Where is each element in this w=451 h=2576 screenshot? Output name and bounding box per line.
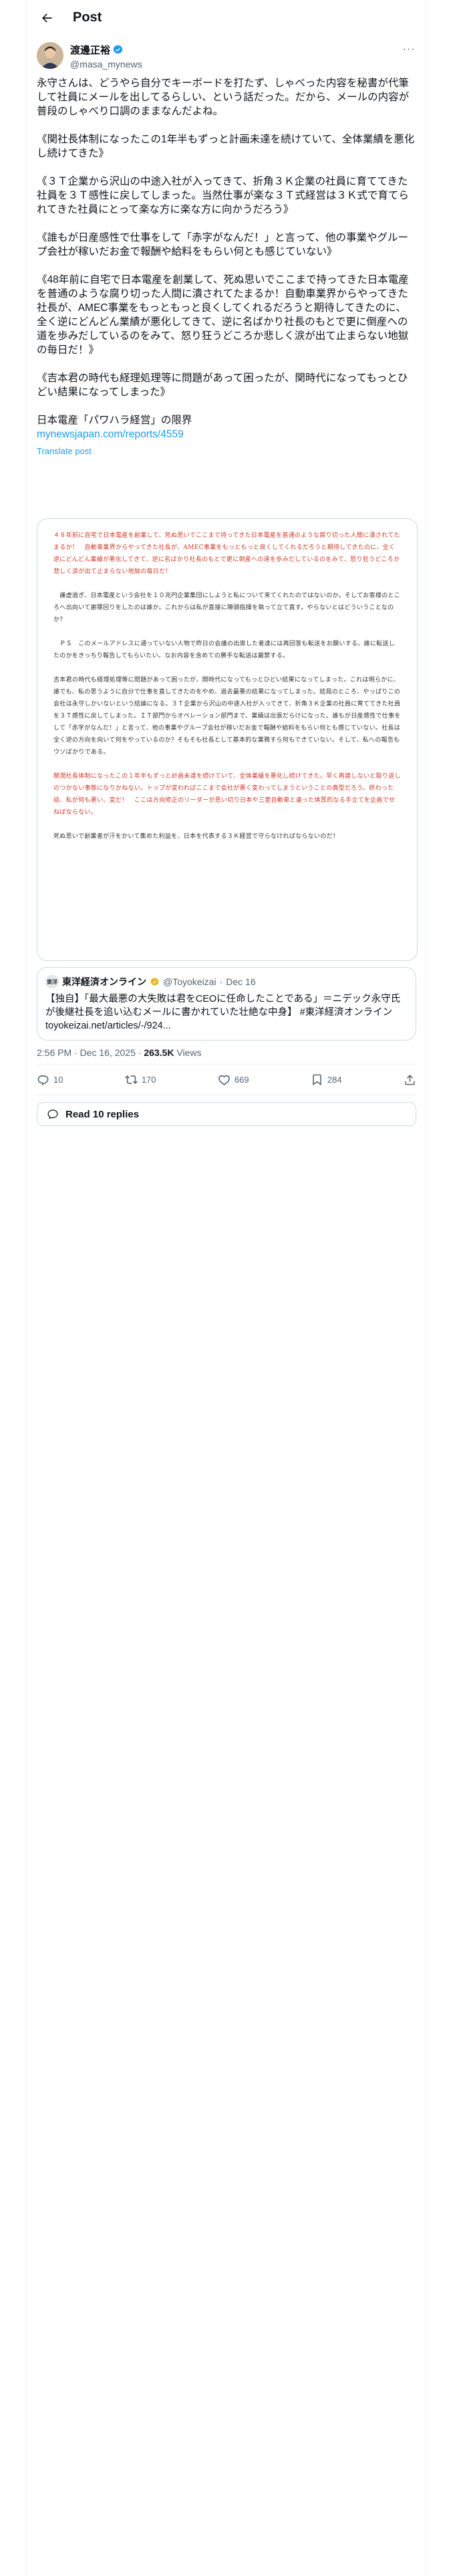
author-handle[interactable]: @masa_mynews <box>70 59 142 70</box>
quoted-post[interactable]: 東洋 東洋経済オンライン @Toyokeizai · Dec 16 【独自】「最… <box>37 967 416 1041</box>
back-button[interactable] <box>35 7 58 29</box>
image-text-line: ４８年前に自宅で日本電産を創業して、死ぬ思いでここまで持ってきた日本電産を普通の… <box>53 532 400 575</box>
article-link[interactable]: mynewsjapan.com/reports/4559 <box>37 427 416 441</box>
quoted-link[interactable]: toyokeizai.net/articles/-/924... <box>45 1019 408 1033</box>
verified-gold-badge-icon <box>150 977 159 986</box>
quoted-separator: · <box>219 976 223 987</box>
tweet-paragraph: 永守さんは、どうやら自分でキーボードを打たず、しゃべった内容を秘書が代筆して社員… <box>37 78 410 117</box>
tweet-paragraph: 《関社長体制になったこの1年半もずっと計画未達を続けていて、全体業績を悪化し続け… <box>37 134 415 159</box>
repost-count: 170 <box>141 1074 156 1085</box>
tweet-paragraph: 《吉本君の時代も経理処理等に問題があって困ったが、関時代になってもっとひどい結果… <box>37 372 408 398</box>
image-text-line: 関潤社長体制になったこの１年半もずっと計画未達を続けていて、全体業績を悪化し続け… <box>53 773 401 816</box>
quoted-date: Dec 16 <box>226 976 256 987</box>
quoted-avatar: 東洋 <box>45 975 59 988</box>
page-title: Post <box>73 10 102 25</box>
quoted-handle: @Toyokeizai <box>163 976 216 987</box>
heart-icon <box>218 1075 230 1085</box>
image-text-line: 死ぬ思いで創業者が汗をかいて集めた利益を、日本を代表する３Ｋ経営で守らなければな… <box>53 833 339 840</box>
bookmark-count: 284 <box>327 1074 342 1085</box>
tweet-text: 永守さんは、どうやら自分でキーボードを打たず、しゃべった内容を秘書が代筆して社員… <box>37 76 416 458</box>
chat-bubble-icon <box>47 1109 58 1119</box>
share-button[interactable] <box>404 1073 416 1086</box>
bookmark-button[interactable]: 284 <box>311 1073 342 1086</box>
more-options-button[interactable]: ··· <box>402 43 416 56</box>
quoted-source-name: 東洋経済オンライン <box>62 976 146 987</box>
action-bar: 10 170 669 284 <box>37 1065 416 1094</box>
reply-icon <box>37 1075 49 1085</box>
translate-post-link[interactable]: Translate post <box>37 444 416 458</box>
book-title: 日本電産「パワハラ経営」の限界 <box>37 415 192 426</box>
verified-badge-icon <box>113 45 123 54</box>
top-bar: Post <box>26 0 426 35</box>
post-meta: 2:56 PM · Dec 16, 2025 · 263.5K Views <box>37 1047 201 1058</box>
reply-button[interactable]: 10 <box>37 1073 63 1086</box>
share-icon <box>405 1074 415 1085</box>
tweet-paragraph: 《48年前に自宅で日本電産を創業して、死ぬ思いでここまで持ってきた日本電産を普通… <box>37 274 409 356</box>
read-replies-label: Read 10 replies <box>65 1108 140 1120</box>
arrow-left-icon <box>42 13 52 23</box>
post-timestamp[interactable]: 2:56 PM · Dec 16, 2025 · <box>37 1047 144 1058</box>
views-count: 263.5K <box>144 1047 174 1058</box>
quoted-text: 【独自】「最大最悪の大失敗は君をCEOに任命したことである」＝ニデック永守氏が後… <box>45 994 401 1018</box>
repost-button[interactable]: 170 <box>124 1073 156 1086</box>
image-text-line: 吉本君の時代も経理処理等に問題があって困ったが、関時代になってもっとひどい結果に… <box>53 677 401 756</box>
author-names: 渡邊正裕 @masa_mynews <box>70 43 142 70</box>
author-display-name[interactable]: 渡邊正裕 <box>70 43 110 57</box>
image-text-line: 謙虚過ぎ、日本電産という会社を１０兆円企業集団にしようと私について来てくれたので… <box>53 593 401 623</box>
like-count: 669 <box>234 1074 249 1085</box>
post-column: Post 渡邊正裕 @masa_mynews ··· 永守さんは、どうやら自分で… <box>25 0 426 2576</box>
email-text-image: ４８年前に自宅で日本電産を創業して、死ぬ思いでここまで持ってきた日本電産を普通の… <box>53 530 401 855</box>
views-label: Views <box>174 1047 202 1058</box>
image-text-line: ＰＳ このメールアドレスに通っていない人物で昨日の会議の出席した者達には再回答も… <box>53 641 396 659</box>
like-button[interactable]: 669 <box>218 1073 249 1086</box>
tweet-paragraph: 《誰もが日産感性で仕事をして「赤字がなんだ！」と言って、他の事業やグループ会社が… <box>37 232 408 257</box>
repost-icon <box>124 1075 138 1084</box>
avatar[interactable] <box>37 42 63 69</box>
author-row: 渡邊正裕 @masa_mynews ··· <box>37 42 416 70</box>
read-replies-button[interactable]: Read 10 replies <box>37 1102 416 1126</box>
attached-image[interactable]: ４８年前に自宅で日本電産を創業して、死ぬ思いでここまで持ってきた日本電産を普通の… <box>37 518 418 961</box>
tweet-paragraph: 《３Ｔ企業から沢山の中途入社が入ってきて、折角３Ｋ企業の社員に育ててきた社員を３… <box>37 176 409 215</box>
reply-count: 10 <box>53 1074 63 1085</box>
quoted-post-header: 東洋 東洋経済オンライン @Toyokeizai · Dec 16 <box>45 975 408 988</box>
bookmark-icon <box>313 1074 321 1085</box>
